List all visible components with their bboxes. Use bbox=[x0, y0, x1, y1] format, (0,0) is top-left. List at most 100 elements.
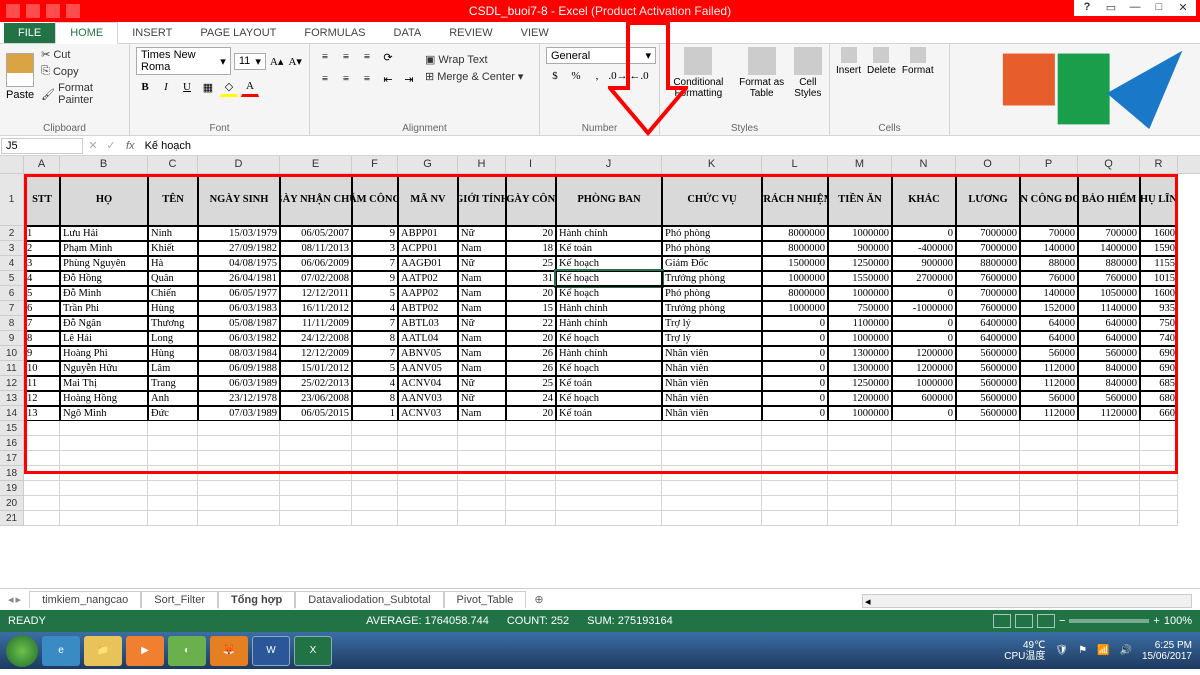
view-pagebreak-icon[interactable] bbox=[1037, 614, 1055, 628]
cell[interactable] bbox=[148, 436, 198, 451]
save-icon[interactable] bbox=[26, 4, 40, 18]
cell[interactable] bbox=[556, 481, 662, 496]
grow-font-icon[interactable]: A▴ bbox=[269, 51, 285, 71]
col-header[interactable]: E bbox=[280, 156, 352, 173]
orientation-icon[interactable]: ⟳ bbox=[379, 47, 397, 67]
font-size-select[interactable]: 11 ▾ bbox=[234, 53, 266, 70]
cell[interactable] bbox=[352, 436, 398, 451]
cancel-icon[interactable]: ✕ bbox=[84, 139, 102, 152]
cell[interactable]: 26 bbox=[506, 346, 556, 361]
cell[interactable] bbox=[198, 436, 280, 451]
name-box[interactable]: J5 bbox=[1, 138, 83, 154]
cell[interactable]: 0 bbox=[762, 361, 828, 376]
cell[interactable]: Nam bbox=[458, 241, 506, 256]
cell[interactable] bbox=[956, 421, 1020, 436]
cell[interactable]: Nam bbox=[458, 346, 506, 361]
cell[interactable]: ACNV04 bbox=[398, 376, 458, 391]
cell[interactable]: Thương bbox=[148, 316, 198, 331]
help-button[interactable]: ? bbox=[1078, 1, 1096, 14]
row-header[interactable]: 12 bbox=[0, 376, 24, 391]
cell[interactable]: 07/02/2008 bbox=[280, 271, 352, 286]
row-header[interactable]: 10 bbox=[0, 346, 24, 361]
cell[interactable]: 880000 bbox=[1078, 256, 1140, 271]
cell[interactable]: 25 bbox=[506, 376, 556, 391]
tray-network-icon[interactable]: 📶 bbox=[1097, 645, 1109, 656]
cell[interactable]: 4 bbox=[352, 376, 398, 391]
row-header[interactable]: 1 bbox=[0, 174, 24, 226]
cell[interactable]: 1200000 bbox=[892, 361, 956, 376]
cell[interactable] bbox=[1020, 451, 1078, 466]
cell[interactable]: 15/01/2012 bbox=[280, 361, 352, 376]
cell[interactable]: AATL04 bbox=[398, 331, 458, 346]
cell[interactable]: 5 bbox=[352, 361, 398, 376]
cell[interactable]: Nam bbox=[458, 331, 506, 346]
col-header[interactable]: J bbox=[556, 156, 662, 173]
cell[interactable] bbox=[198, 481, 280, 496]
cell[interactable]: -400000 bbox=[892, 241, 956, 256]
cell[interactable] bbox=[458, 481, 506, 496]
insert-icon[interactable] bbox=[841, 47, 857, 63]
cell[interactable]: Trưởng phòng bbox=[662, 271, 762, 286]
cell[interactable]: 750000 bbox=[828, 301, 892, 316]
cell[interactable]: 935 bbox=[1140, 301, 1178, 316]
cell[interactable] bbox=[828, 511, 892, 526]
comma-icon[interactable]: , bbox=[588, 66, 606, 86]
border-icon[interactable]: ▦ bbox=[199, 77, 217, 97]
cell[interactable]: Mai Thị bbox=[60, 376, 148, 391]
col-header[interactable]: N bbox=[892, 156, 956, 173]
cell[interactable] bbox=[956, 451, 1020, 466]
cell[interactable]: 7000000 bbox=[956, 286, 1020, 301]
align-center-icon[interactable]: ≡ bbox=[337, 69, 355, 89]
cell[interactable] bbox=[458, 511, 506, 526]
col-header[interactable]: R bbox=[1140, 156, 1178, 173]
ribbon-opts-button[interactable]: ▭ bbox=[1102, 1, 1120, 14]
cell[interactable]: 685 bbox=[1140, 376, 1178, 391]
cell[interactable]: 1200000 bbox=[892, 346, 956, 361]
row-header[interactable]: 13 bbox=[0, 391, 24, 406]
cell[interactable]: Nữ bbox=[458, 376, 506, 391]
cell[interactable] bbox=[148, 466, 198, 481]
cell[interactable] bbox=[352, 496, 398, 511]
cell[interactable]: Nam bbox=[458, 286, 506, 301]
align-top-icon[interactable]: ≡ bbox=[316, 47, 334, 67]
cell[interactable]: 660 bbox=[1140, 406, 1178, 421]
undo-icon[interactable] bbox=[46, 4, 60, 18]
cell[interactable]: 08/11/2013 bbox=[280, 241, 352, 256]
cell[interactable]: 8000000 bbox=[762, 241, 828, 256]
cell[interactable]: 06/06/2009 bbox=[280, 256, 352, 271]
col-header[interactable]: L bbox=[762, 156, 828, 173]
format-painter-button[interactable]: 🖌 Format Painter bbox=[37, 81, 123, 107]
cell[interactable] bbox=[458, 451, 506, 466]
cell[interactable] bbox=[892, 496, 956, 511]
cell[interactable]: 3 bbox=[352, 241, 398, 256]
cell[interactable]: 10 bbox=[24, 361, 60, 376]
cell[interactable]: 13 bbox=[24, 406, 60, 421]
cell[interactable]: 1300000 bbox=[828, 346, 892, 361]
cell[interactable]: 07/03/1989 bbox=[198, 406, 280, 421]
cell[interactable]: 1100000 bbox=[828, 316, 892, 331]
cell[interactable]: 6400000 bbox=[956, 331, 1020, 346]
cell[interactable]: 8 bbox=[24, 331, 60, 346]
new-sheet-button[interactable]: ⊕ bbox=[526, 593, 551, 606]
cell[interactable] bbox=[198, 511, 280, 526]
cell[interactable]: 112000 bbox=[1020, 376, 1078, 391]
cell[interactable]: 1000000 bbox=[828, 331, 892, 346]
row-header[interactable]: 21 bbox=[0, 511, 24, 526]
cell[interactable]: Kế hoạch bbox=[556, 286, 662, 301]
cell[interactable]: 25 bbox=[506, 256, 556, 271]
cell[interactable]: 06/05/1977 bbox=[198, 286, 280, 301]
cell[interactable] bbox=[398, 436, 458, 451]
cell[interactable]: Nhân viên bbox=[662, 391, 762, 406]
cell[interactable]: 27/09/1982 bbox=[198, 241, 280, 256]
cell[interactable]: 06/05/2015 bbox=[280, 406, 352, 421]
cell[interactable]: Hành chính bbox=[556, 226, 662, 241]
cell[interactable]: 1000000 bbox=[762, 271, 828, 286]
paste-button[interactable]: Paste bbox=[6, 89, 34, 101]
cell[interactable]: 11/11/2009 bbox=[280, 316, 352, 331]
cell[interactable] bbox=[828, 451, 892, 466]
cell[interactable]: 0 bbox=[892, 406, 956, 421]
cell[interactable]: Ninh bbox=[148, 226, 198, 241]
row-header[interactable]: 2 bbox=[0, 226, 24, 241]
cell[interactable]: 1300000 bbox=[828, 361, 892, 376]
cell[interactable]: 08/03/1984 bbox=[198, 346, 280, 361]
